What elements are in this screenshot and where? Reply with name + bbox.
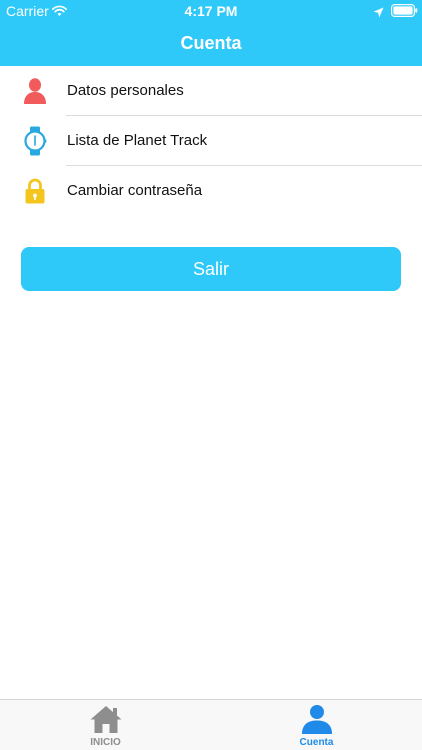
status-bar: Carrier 4:17 PM <box>0 0 422 22</box>
person-icon <box>20 76 50 106</box>
app-header: Carrier 4:17 PM Cuenta <box>0 0 422 66</box>
menu-item-label: Datos personales <box>67 82 184 99</box>
menu-item-change-password[interactable]: Cambiar contraseña <box>0 166 422 216</box>
account-menu: Datos personales Lista de Planet Track C… <box>0 66 422 216</box>
tab-account[interactable]: Cuenta <box>211 700 422 750</box>
tab-label: Cuenta <box>299 737 334 748</box>
battery-icon <box>391 4 418 18</box>
tab-bar: INICIO Cuenta <box>0 699 422 750</box>
account-icon <box>300 703 334 735</box>
tab-home[interactable]: INICIO <box>0 700 211 750</box>
menu-item-label: Cambiar contraseña <box>67 182 203 199</box>
menu-item-planet-track-list[interactable]: Lista de Planet Track <box>0 116 422 166</box>
watch-icon <box>20 126 50 156</box>
lock-icon <box>20 176 50 206</box>
status-time: 4:17 PM <box>184 3 238 19</box>
logout-button[interactable]: Salir <box>21 247 401 291</box>
home-icon <box>89 703 123 735</box>
tab-label: INICIO <box>90 737 121 748</box>
page-title: Cuenta <box>180 33 242 53</box>
menu-item-label: Lista de Planet Track <box>67 132 208 149</box>
location-arrow-icon <box>373 5 384 18</box>
menu-item-personal-data[interactable]: Datos personales <box>0 66 422 116</box>
